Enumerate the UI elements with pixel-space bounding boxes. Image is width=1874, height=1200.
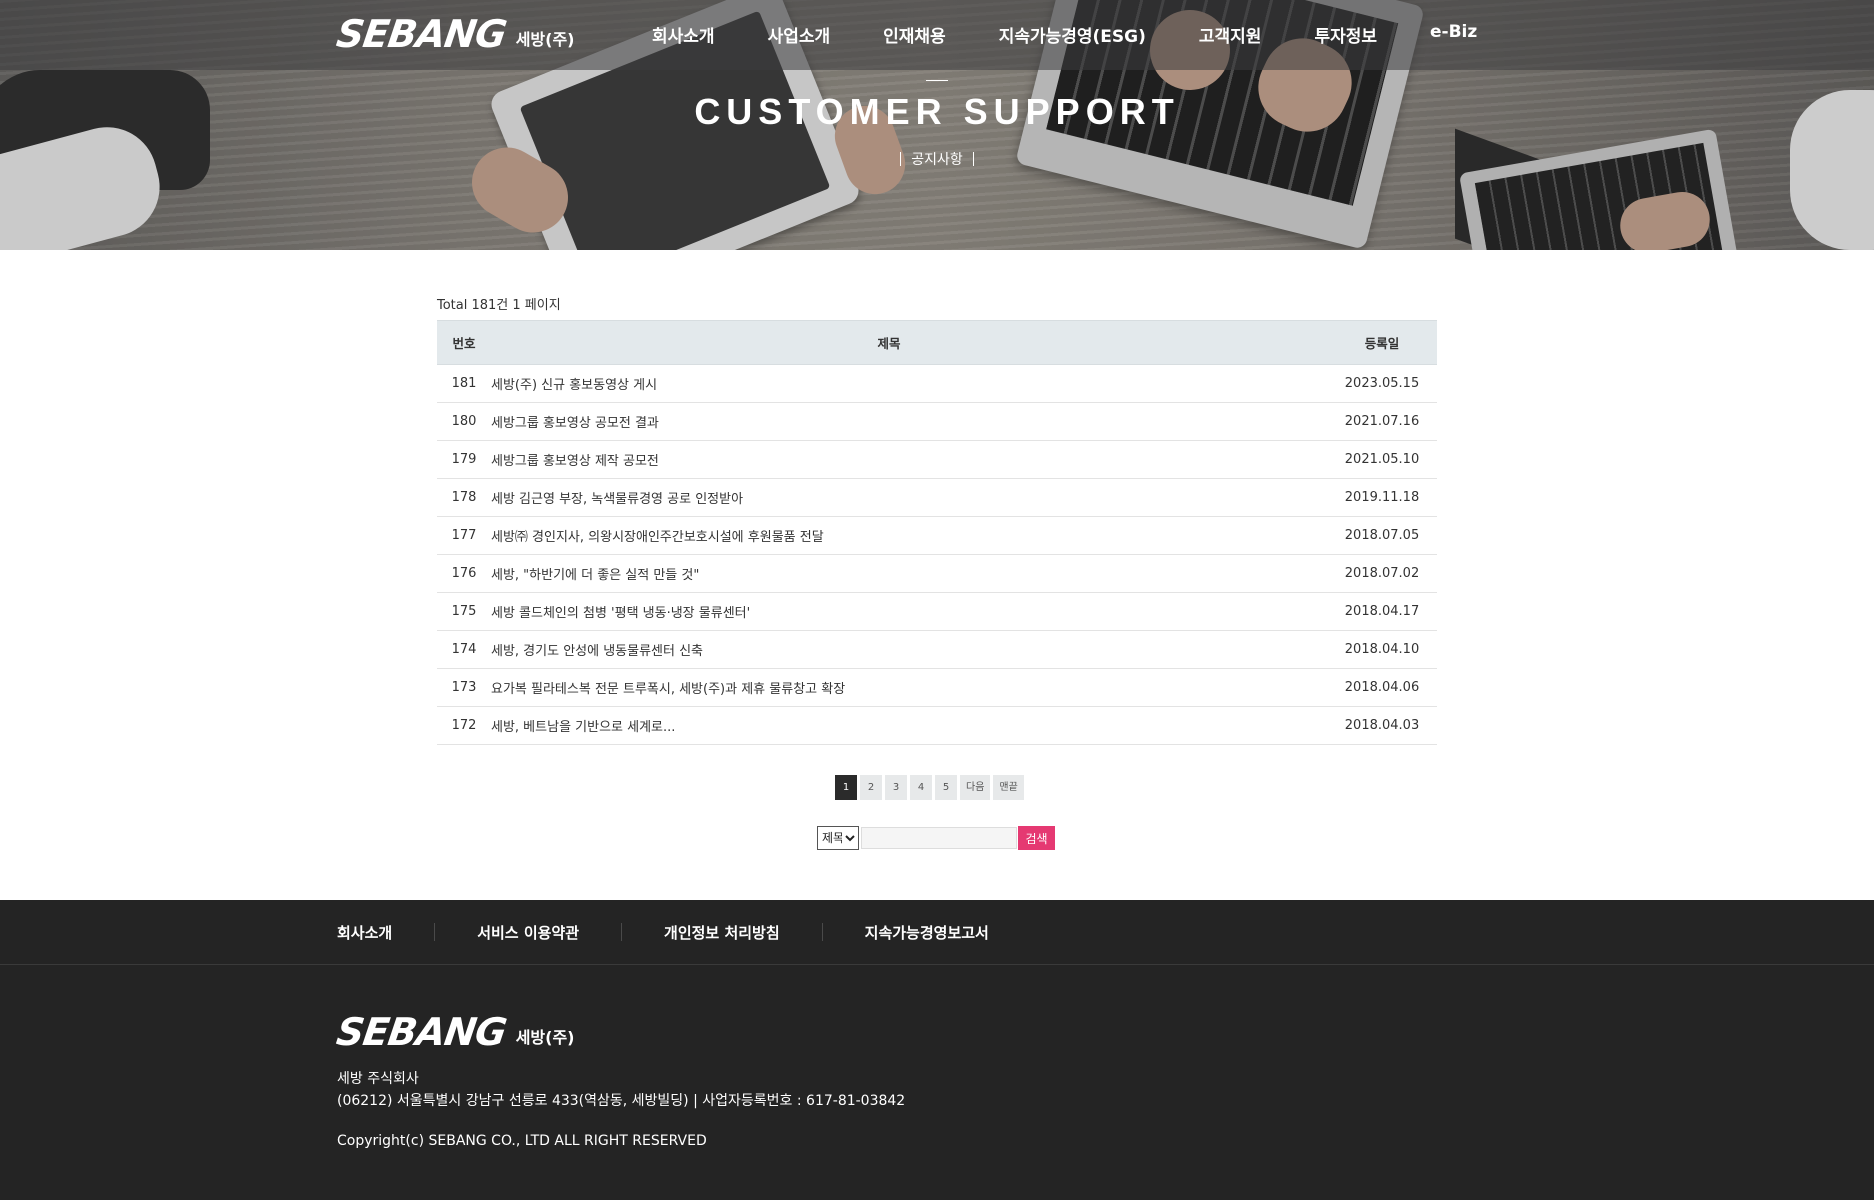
row-date: 2019.11.18 [1327,478,1437,517]
footer-divider [434,923,436,941]
row-num: 172 [437,706,491,745]
table-row[interactable]: 173 요가복 필라테스복 전문 트루폭시, 세방(주)과 제휴 물류창고 확장… [437,668,1437,707]
row-num: 178 [437,478,491,517]
row-num: 176 [437,554,491,593]
table-row[interactable]: 180 세방그룹 홍보영상 공모전 결과 2021.07.16 [437,402,1437,441]
footer-divider [821,923,823,941]
row-title-link[interactable]: 세방 김근영 부장, 녹색물류경영 공로 인정받아 [491,478,1327,517]
footer-logo-wordmark: SEBANG [333,1010,509,1054]
footer-link-sustainability-report[interactable]: 지속가능경영보고서 [865,922,989,943]
row-date: 2018.04.17 [1327,592,1437,631]
search-field-select[interactable]: 제목 [817,826,859,850]
row-title-link[interactable]: 세방그룹 홍보영상 제작 공모전 [491,440,1327,479]
row-title-link[interactable]: 세방그룹 홍보영상 공모전 결과 [491,402,1327,441]
page-title: CUSTOMER SUPPORT [694,91,1180,132]
row-date: 2018.07.02 [1327,554,1437,593]
row-num: 177 [437,516,491,555]
breadcrumb: 공지사항 [900,149,974,169]
row-title-link[interactable]: 세방(주) 신규 홍보동영상 게시 [491,364,1327,403]
table-row[interactable]: 177 세방㈜ 경인지사, 의왕시장애인주간보호시설에 후원물품 전달 2018… [437,516,1437,555]
nav-item-recruit[interactable]: 인재채용 [883,22,946,47]
footer-copyright: Copyright(c) SEBANG CO., LTD ALL RIGHT R… [337,1133,707,1149]
row-num: 181 [437,364,491,403]
row-num: 174 [437,630,491,669]
notice-board: Total 181건 1 페이지 번호 제목 등록일 181 세방(주) 신규 … [437,294,1437,745]
table-row[interactable]: 181 세방(주) 신규 홍보동영상 게시 2023.05.15 [437,364,1437,403]
table-row[interactable]: 178 세방 김근영 부장, 녹색물류경영 공로 인정받아 2019.11.18 [437,478,1437,517]
row-date: 2021.05.10 [1327,440,1437,479]
last-page-button[interactable]: 맨끝 [993,775,1024,800]
table-row[interactable]: 172 세방, 베트남을 기반으로 세계로... 2018.04.03 [437,706,1437,745]
site-header: SEBANG 세방(주) 회사소개 사업소개 인재채용 지속가능경영(ESG) … [0,0,1874,70]
row-date: 2023.05.15 [1327,364,1437,403]
footer-logo-korean-name: 세방(주) [515,1028,575,1047]
search-button[interactable]: 검색 [1018,826,1055,850]
nav-item-company[interactable]: 회사소개 [652,22,715,47]
footer-company-name: 세방 주식회사 [337,1071,419,1087]
row-date: 2018.04.03 [1327,706,1437,745]
footer-logo: SEBANG 세방(주) [333,1010,575,1054]
row-num: 173 [437,668,491,707]
hero-title-block: CUSTOMER SUPPORT 공지사항 [0,80,1874,170]
logo-korean-name: 세방(주) [515,30,575,49]
row-date: 2018.04.06 [1327,668,1437,707]
row-num: 175 [437,592,491,631]
table-header-row: 번호 제목 등록일 [437,320,1437,365]
nav-item-esg[interactable]: 지속가능경영(ESG) [999,22,1146,47]
page-subtitle: 공지사항 [911,152,963,168]
main-nav: 회사소개 사업소개 인재채용 지속가능경영(ESG) 고객지원 투자정보 e-B… [652,22,1530,47]
row-title-link[interactable]: 세방 콜드체인의 첨병 '평택 냉동·냉장 물류센터' [491,592,1327,631]
row-title-link[interactable]: 세방㈜ 경인지사, 의왕시장애인주간보호시설에 후원물품 전달 [491,516,1327,555]
table-row[interactable]: 175 세방 콜드체인의 첨병 '평택 냉동·냉장 물류센터' 2018.04.… [437,592,1437,631]
col-header-date: 등록일 [1327,320,1437,365]
footer-address: (06212) 서울특별시 강남구 선릉로 433(역삼동, 세방빌딩) | 사… [337,1093,906,1109]
table-row[interactable]: 176 세방, "하반기에 더 좋은 실적 만들 것" 2018.07.02 [437,554,1437,593]
footer-company-info: 세방 주식회사 (06212) 서울특별시 강남구 선릉로 433(역삼동, 세… [337,1068,905,1152]
page-button-current[interactable]: 1 [835,775,857,800]
col-header-num: 번호 [437,320,491,365]
nav-item-support[interactable]: 고객지원 [1199,22,1262,47]
notice-table: 번호 제목 등록일 181 세방(주) 신규 홍보동영상 게시 2023.05.… [437,320,1437,745]
pagination: 1 2 3 4 5 다음 맨끝 [835,775,1024,800]
row-date: 2018.07.05 [1327,516,1437,555]
logo-wordmark: SEBANG [333,12,509,56]
page-button[interactable]: 3 [885,775,907,800]
footer-link-company[interactable]: 회사소개 [337,922,392,943]
nav-item-ebiz[interactable]: e-Biz [1430,22,1477,47]
table-row[interactable]: 174 세방, 경기도 안성에 냉동물류센터 신축 2018.04.10 [437,630,1437,669]
row-title-link[interactable]: 세방, 경기도 안성에 냉동물류센터 신축 [491,630,1327,669]
page-button[interactable]: 2 [860,775,882,800]
search-form: 제목 검색 [817,826,1055,850]
nav-item-business[interactable]: 사업소개 [768,22,831,47]
footer-nav: 회사소개 서비스 이용약관 개인정보 처리방침 지속가능경영보고서 [0,900,1874,965]
row-title-link[interactable]: 요가복 필라테스복 전문 트루폭시, 세방(주)과 제휴 물류창고 확장 [491,668,1327,707]
nav-item-ir[interactable]: 투자정보 [1314,22,1377,47]
row-title-link[interactable]: 세방, "하반기에 더 좋은 실적 만들 것" [491,554,1327,593]
row-date: 2018.04.10 [1327,630,1437,669]
total-count: Total 181건 1 페이지 [437,298,561,313]
site-logo[interactable]: SEBANG 세방(주) [333,12,575,56]
footer-link-privacy[interactable]: 개인정보 처리방침 [664,922,780,943]
title-decoration [926,80,948,81]
col-header-title: 제목 [491,320,1327,365]
row-date: 2021.07.16 [1327,402,1437,441]
row-num: 180 [437,402,491,441]
page-button[interactable]: 4 [910,775,932,800]
footer-divider [621,923,623,941]
hero-banner: SEBANG 세방(주) 회사소개 사업소개 인재채용 지속가능경영(ESG) … [0,0,1874,250]
footer-link-terms[interactable]: 서비스 이용약관 [477,922,579,943]
page-button[interactable]: 5 [935,775,957,800]
next-page-button[interactable]: 다음 [960,775,991,800]
row-num: 179 [437,440,491,479]
row-title-link[interactable]: 세방, 베트남을 기반으로 세계로... [491,706,1327,745]
table-row[interactable]: 179 세방그룹 홍보영상 제작 공모전 2021.05.10 [437,440,1437,479]
search-input[interactable] [861,827,1017,849]
site-footer: 회사소개 서비스 이용약관 개인정보 처리방침 지속가능경영보고서 SEBANG… [0,900,1874,1200]
